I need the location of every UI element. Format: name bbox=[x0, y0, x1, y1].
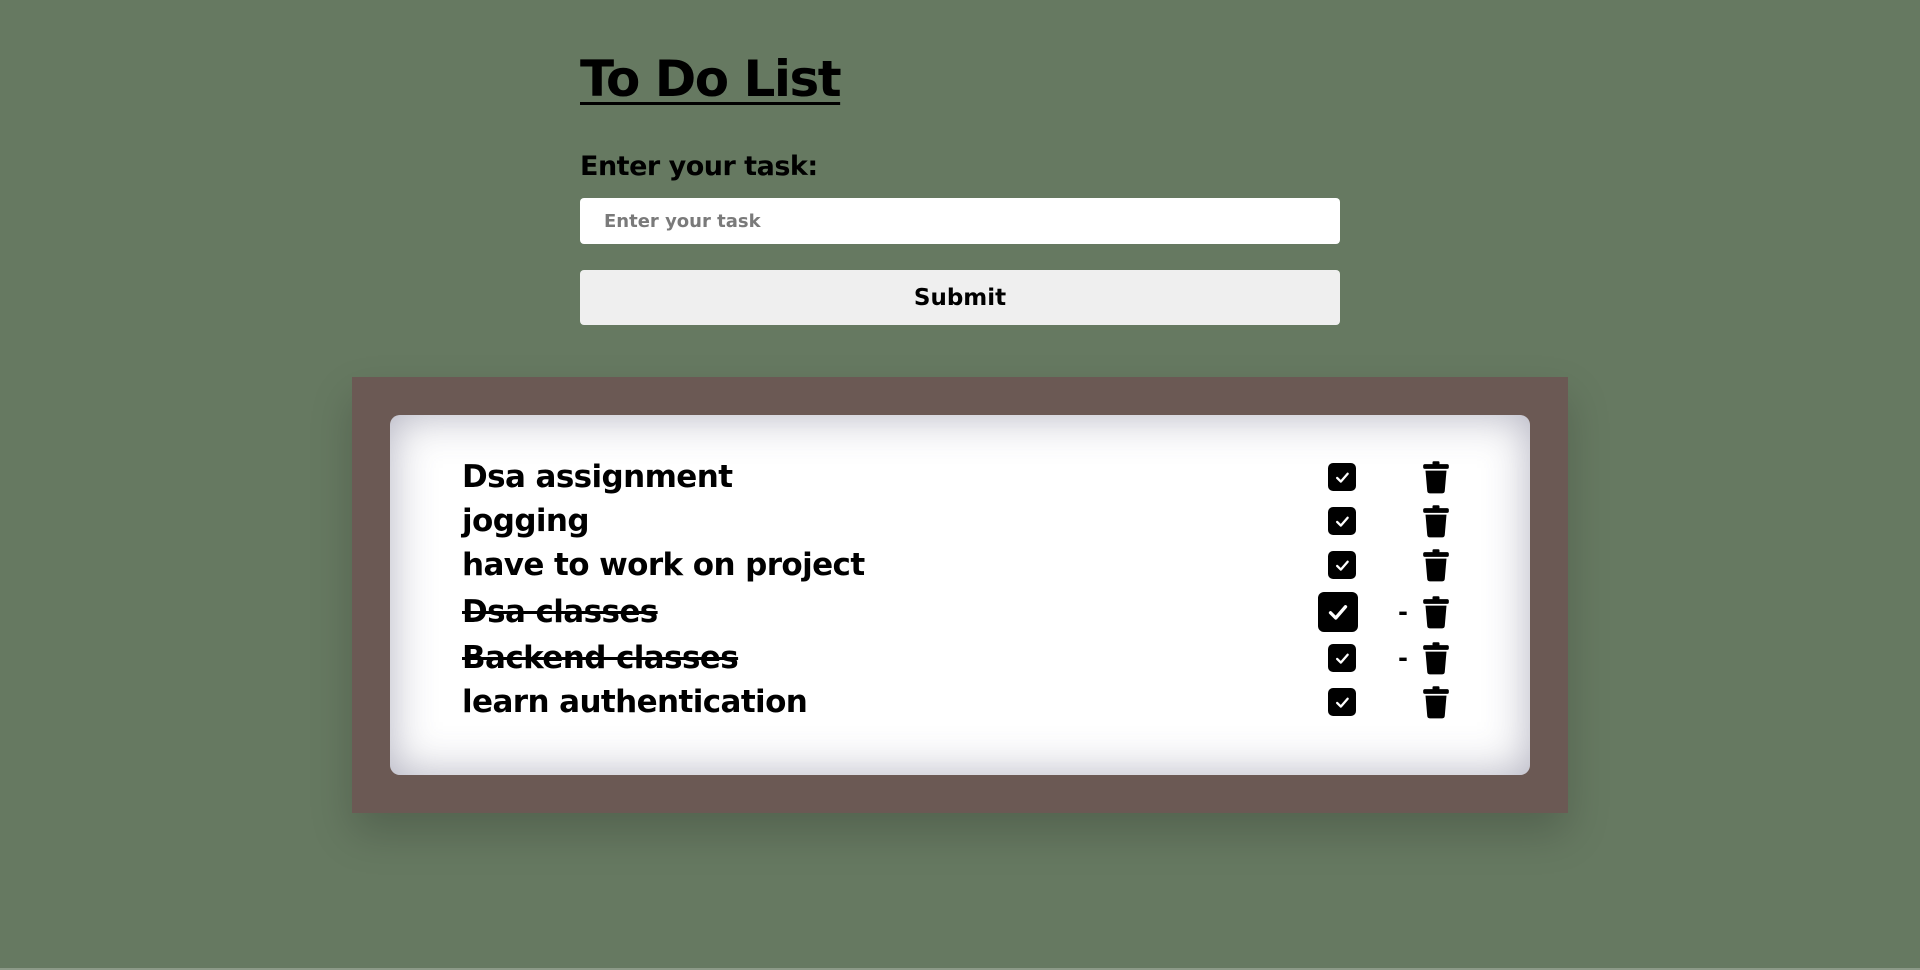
task-item: jogging bbox=[462, 499, 1462, 543]
check-icon bbox=[1328, 604, 1348, 620]
task-list: Dsa assignment jogging have to work on p… bbox=[462, 455, 1462, 724]
task-input[interactable] bbox=[580, 198, 1340, 244]
task-item-completed: Backend classes - bbox=[462, 636, 1462, 680]
task-text: learn authentication bbox=[462, 684, 808, 720]
trash-icon bbox=[1423, 505, 1449, 538]
delete-task-button[interactable] bbox=[1422, 685, 1450, 719]
delete-task-button[interactable] bbox=[1422, 504, 1450, 538]
trash-icon bbox=[1423, 549, 1449, 582]
task-item: have to work on project bbox=[462, 543, 1462, 587]
submit-button[interactable]: Submit bbox=[580, 270, 1340, 325]
task-text: Dsa classes bbox=[462, 593, 658, 630]
trash-icon bbox=[1423, 595, 1449, 628]
task-text: Dsa assignment bbox=[462, 459, 733, 495]
task-marker: - bbox=[1398, 597, 1408, 626]
complete-checkbox[interactable] bbox=[1328, 463, 1356, 491]
complete-checkbox[interactable] bbox=[1328, 688, 1356, 716]
delete-task-button[interactable] bbox=[1422, 595, 1450, 629]
page-title: To Do List bbox=[580, 50, 842, 108]
task-text: have to work on project bbox=[462, 547, 865, 583]
task-list-frame: Dsa assignment jogging have to work on p… bbox=[352, 377, 1568, 813]
complete-checkbox[interactable] bbox=[1328, 507, 1356, 535]
delete-task-button[interactable] bbox=[1422, 641, 1450, 675]
delete-task-button[interactable] bbox=[1422, 548, 1450, 582]
task-marker: - bbox=[1398, 644, 1408, 672]
complete-checkbox[interactable] bbox=[1328, 551, 1356, 579]
trash-icon bbox=[1423, 642, 1449, 675]
task-item-completed: Dsa classes - bbox=[462, 587, 1462, 636]
delete-task-button[interactable] bbox=[1422, 460, 1450, 494]
complete-checkbox[interactable] bbox=[1318, 591, 1358, 632]
task-text: Backend classes bbox=[462, 640, 739, 676]
check-icon bbox=[1335, 516, 1349, 527]
trash-icon bbox=[1423, 461, 1449, 494]
check-icon bbox=[1335, 653, 1349, 664]
trash-icon bbox=[1423, 686, 1449, 719]
check-icon bbox=[1335, 472, 1349, 483]
task-list-card: Dsa assignment jogging have to work on p… bbox=[390, 415, 1530, 775]
task-form: To Do List Enter your task: Submit bbox=[580, 48, 1340, 325]
task-item: learn authentication bbox=[462, 680, 1462, 724]
check-icon bbox=[1335, 560, 1349, 571]
check-icon bbox=[1335, 697, 1349, 708]
task-item: Dsa assignment bbox=[462, 455, 1462, 499]
task-text: jogging bbox=[462, 503, 590, 539]
complete-checkbox[interactable] bbox=[1328, 644, 1356, 672]
task-input-label: Enter your task: bbox=[580, 151, 818, 182]
